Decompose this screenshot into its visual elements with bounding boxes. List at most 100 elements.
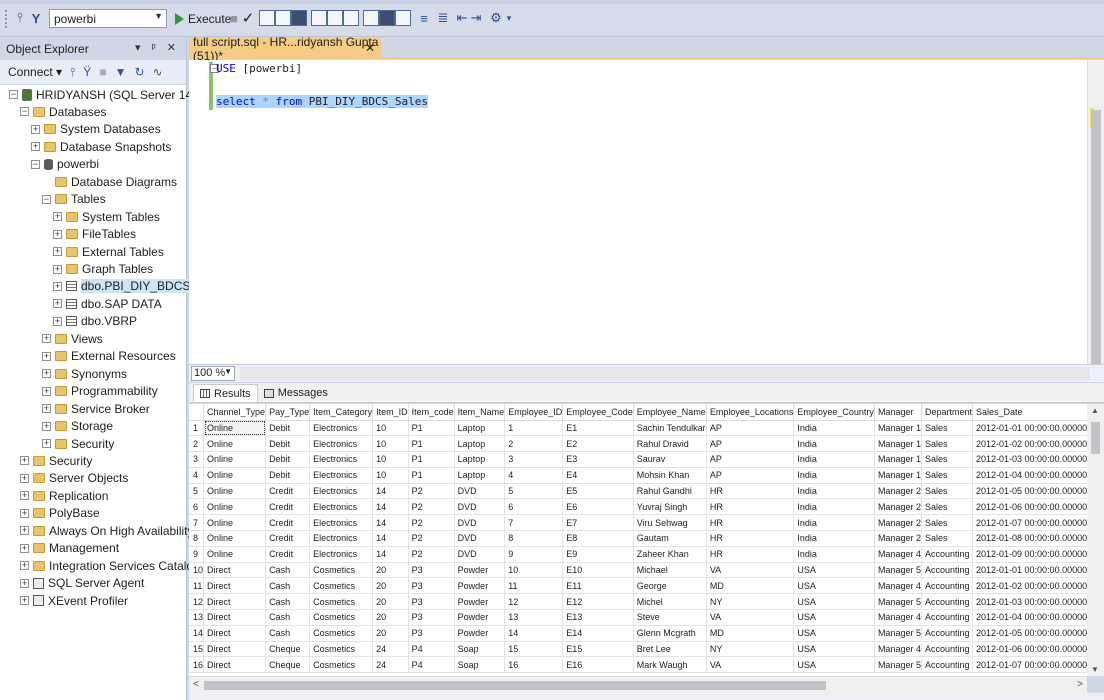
expand-icon[interactable]: + [20,596,29,606]
table-cell[interactable]: Manager 5 [874,656,922,674]
tree-node[interactable]: − Databases [20,103,106,120]
table-cell[interactable]: Manager 4 [874,546,922,563]
zoom-select[interactable]: 100 % ▼ [191,366,235,381]
table-cell[interactable]: Manager 5 [874,593,922,611]
table-cell[interactable]: 2012-01-01 00:00:00.0000000 [972,562,1087,579]
live-stats-icon[interactable] [327,10,343,26]
expand-icon[interactable]: + [20,561,29,571]
table-cell[interactable]: 10 [372,467,409,484]
results-grid[interactable]: Channel_Type Pay_Type Item_Category Item_ID… [189,404,1087,676]
table-row[interactable]: 11 Direct Cash Cosmetics 20 P3 Powder 11 E11 Geor… [189,577,1087,595]
table-cell[interactable]: P4 [408,641,455,658]
table-cell[interactable]: Direct [203,577,267,595]
tree-node[interactable]: + dbo.SAP DATA [53,295,162,312]
table-cell[interactable]: Accounting [921,577,974,595]
toolbar-grip[interactable] [5,10,9,28]
table-cell[interactable]: MD [706,577,795,595]
table-cell[interactable]: E10 [562,562,634,579]
table-cell[interactable]: Manager 4 [874,577,922,595]
comment-icon[interactable]: ≡ [417,9,431,27]
results-to-text-icon[interactable] [363,10,379,26]
table-cell[interactable]: Mohsin Khan [633,467,707,484]
table-cell[interactable]: India [793,546,875,563]
expand-icon[interactable]: + [53,299,62,309]
collapse-icon[interactable]: − [31,159,40,169]
table-cell[interactable]: USA [793,577,875,595]
table-cell[interactable]: 1 [504,420,564,437]
row-number[interactable]: 9 [189,546,204,563]
column-header[interactable]: Item_Category [309,404,374,421]
collapse-icon[interactable]: − [42,194,51,204]
table-cell[interactable]: Saurav [633,451,707,468]
tree-node[interactable]: − powerbi [31,156,99,173]
table-cell[interactable]: 2012-01-04 00:00:00.0000000 [972,609,1087,626]
table-cell[interactable]: E7 [562,514,634,532]
tab-messages[interactable]: Messages [258,384,334,402]
collapse-icon[interactable]: − [20,107,29,117]
table-cell[interactable]: P1 [408,451,455,468]
query-options-icon[interactable] [275,10,291,26]
table-cell[interactable]: Accounting [921,562,974,579]
tree-node[interactable]: + Integration Services Catalogs [20,557,206,574]
tree-node[interactable]: + Server Objects [20,470,128,487]
table-cell[interactable]: P4 [408,656,455,674]
table-cell[interactable]: Accounting [921,546,974,563]
table-cell[interactable]: HR [706,530,795,547]
table-cell[interactable]: USA [793,641,875,658]
table-cell[interactable]: 16 [504,656,564,674]
table-cell[interactable]: E6 [562,498,634,516]
table-cell[interactable]: AP [706,467,795,484]
table-cell[interactable]: Soap [454,656,506,674]
table-cell[interactable]: 2012-01-09 00:00:00.0000000 [972,546,1087,563]
table-cell[interactable]: Rahul Dravid [633,435,707,453]
table-cell[interactable]: 10 [372,420,409,437]
table-cell[interactable]: Steve [633,609,707,626]
table-cell[interactable]: Electronics [309,514,374,532]
table-cell[interactable]: DVD [454,546,506,563]
client-stats-icon[interactable] [343,10,359,26]
table-cell[interactable]: Sales [921,514,974,532]
table-cell[interactable]: India [793,435,875,453]
table-cell[interactable]: E9 [562,546,634,563]
column-header[interactable]: Department [921,404,974,421]
table-cell[interactable]: 2012-01-07 00:00:00.0000000 [972,514,1087,532]
column-header[interactable]: Employee_Name [633,404,707,421]
table-cell[interactable]: P2 [408,498,455,516]
table-cell[interactable]: VA [706,562,795,579]
row-number[interactable]: 1 [189,420,204,437]
table-cell[interactable]: Electronics [309,451,374,468]
table-cell[interactable]: Cosmetics [309,641,374,658]
specify-values-icon[interactable]: ⚙ [489,9,503,27]
table-cell[interactable]: 11 [504,577,564,595]
row-number[interactable]: 14 [189,625,204,642]
column-header[interactable]: Item_Name [454,404,506,421]
table-row[interactable]: 14 Direct Cash Cosmetics 20 P3 Powder 14 E14 Glen… [189,625,1087,642]
table-cell[interactable]: Credit [265,498,311,516]
table-cell[interactable]: Debit [265,420,311,437]
scrollbar-thumb[interactable] [204,681,826,690]
row-number[interactable]: 12 [189,593,204,611]
table-cell[interactable]: P3 [408,562,455,579]
tree-node[interactable]: + Views [42,330,103,347]
increase-indent-icon[interactable]: ⇥ [469,9,483,27]
table-cell[interactable]: E1 [562,420,634,437]
column-header[interactable]: Sales_Date [972,404,1087,421]
table-row[interactable]: 9 Online Credit Electronics 14 P2 DVD 9 E9 Zaheer… [189,546,1087,563]
table-cell[interactable]: 10 [372,435,409,453]
table-cell[interactable]: 10 [372,451,409,468]
tree-node[interactable]: + SQL Server Agent [20,575,144,592]
tree-node[interactable]: + Management [20,540,119,557]
table-cell[interactable]: India [793,498,875,516]
table-cell[interactable]: Cosmetics [309,609,374,626]
table-cell[interactable]: Online [203,546,267,563]
table-cell[interactable]: Direct [203,609,267,626]
row-number[interactable]: 15 [189,641,204,658]
tree-node[interactable]: + External Tables [53,243,164,260]
table-cell[interactable]: George [633,577,707,595]
column-header[interactable]: Employee_Country [793,404,875,421]
table-cell[interactable]: HR [706,483,795,500]
tree-node[interactable]: + System Tables [53,208,160,225]
table-cell[interactable]: P1 [408,420,455,437]
tree-node[interactable]: + Security [20,452,92,469]
table-cell[interactable]: P2 [408,483,455,500]
